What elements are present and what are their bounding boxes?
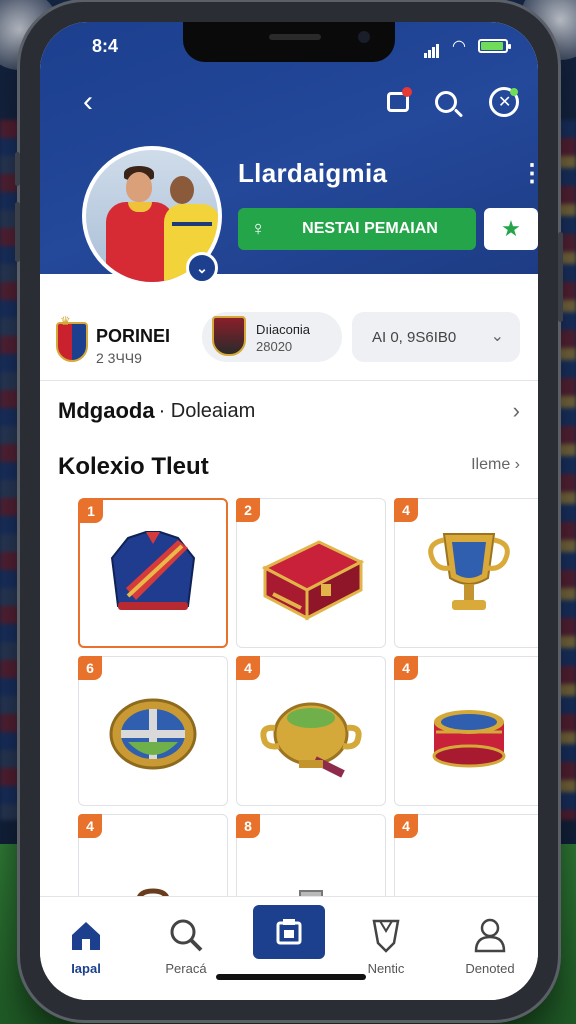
club-row: ♛ PORINEI 2 3ЧЧ9 Dıiаcoпia 28020 AI 0, 9… bbox=[40, 302, 538, 382]
crown-icon: ♛ bbox=[60, 314, 71, 328]
battery-icon bbox=[478, 39, 511, 53]
club-select[interactable]: AI 0, 9S6IB0 ⌄ bbox=[352, 312, 520, 362]
collection-item[interactable]: 2 bbox=[236, 498, 386, 648]
club-sub: 28020 bbox=[256, 339, 293, 354]
search-icon bbox=[170, 919, 203, 952]
avatar[interactable]: ⌄ bbox=[82, 146, 222, 286]
whistle-icon bbox=[489, 87, 519, 117]
divider bbox=[40, 380, 538, 381]
collection-item[interactable]: 4 bbox=[394, 498, 538, 648]
phone-side-button bbox=[15, 152, 20, 186]
wifi-icon: ◠ bbox=[452, 38, 466, 55]
chevron-left-icon: ‹ bbox=[83, 85, 93, 118]
nav-item-profile[interactable]: Denoted bbox=[450, 909, 530, 979]
chevron-right-icon: › bbox=[512, 398, 520, 423]
club-crest-icon bbox=[56, 322, 88, 362]
notifications-button[interactable] bbox=[380, 84, 416, 120]
medallion-icon bbox=[79, 657, 227, 805]
collection-header: Kolexio Tleut Ileme › bbox=[58, 452, 520, 482]
collection-item[interactable]: 4 bbox=[394, 656, 538, 806]
trophy-icon bbox=[395, 499, 538, 647]
player-icon: ♀ bbox=[250, 217, 266, 240]
nav-item-store[interactable] bbox=[249, 905, 329, 975]
speaker bbox=[269, 34, 321, 40]
section-subtitle: · Doleaiam bbox=[158, 399, 256, 422]
phone-frame: 8:4 ◠ ‹ ✕ ⌄ Llardaigmia ⋮ ♀ NESTAI PEMAI… bbox=[15, 2, 563, 1020]
nav-label: Denoted bbox=[465, 961, 515, 976]
shield-icon bbox=[372, 919, 400, 953]
bottom-nav: Iapal Peracá Nentic Denoted bbox=[40, 896, 538, 1000]
camera bbox=[358, 31, 370, 43]
collection-item[interactable]: 6 bbox=[78, 656, 228, 806]
nav-item-search[interactable]: Peracá bbox=[146, 909, 226, 979]
search-button[interactable] bbox=[428, 84, 464, 120]
profile-icon bbox=[474, 918, 506, 953]
drum-icon bbox=[395, 657, 538, 805]
profile-username: Llardaigmia bbox=[238, 158, 388, 188]
nav-item-news[interactable]: Nentic bbox=[346, 909, 426, 979]
club-chip[interactable]: Dıiаcoпia 28020 bbox=[202, 312, 342, 362]
notch bbox=[183, 22, 395, 62]
back-button[interactable]: ‹ bbox=[70, 84, 106, 120]
follow-button-label: NESTAI PEMAIAN bbox=[302, 220, 438, 237]
follow-button[interactable]: ♀ NESTAI PEMAIAN bbox=[238, 208, 476, 250]
club-crest-icon bbox=[212, 316, 246, 356]
signal-icon bbox=[424, 40, 440, 58]
nav-label: Peracá bbox=[165, 961, 207, 976]
notification-icon bbox=[387, 87, 412, 112]
chest-icon bbox=[237, 499, 385, 647]
jacket-icon bbox=[80, 500, 226, 646]
home-indicator[interactable] bbox=[216, 974, 366, 980]
more-options-icon[interactable]: ⋮ bbox=[520, 162, 538, 186]
search-icon bbox=[435, 91, 457, 113]
settings-button[interactable] bbox=[486, 84, 522, 120]
star-icon: ★ bbox=[501, 216, 521, 241]
club-select-value: AI 0, 9S6IB0 bbox=[372, 328, 457, 346]
nav-label: Iapal bbox=[71, 961, 101, 976]
section-title: Mdgaoda bbox=[58, 398, 155, 423]
nav-item-home[interactable]: Iapal bbox=[46, 909, 126, 979]
app-screen: 8:4 ◠ ‹ ✕ ⌄ Llardaigmia ⋮ ♀ NESTAI PEMAI… bbox=[40, 22, 538, 1000]
chevron-down-icon: ⌄ bbox=[490, 328, 504, 345]
phone-side-button bbox=[15, 202, 20, 262]
notification-dot bbox=[402, 87, 412, 97]
club-name: Dıiаcoпia bbox=[256, 322, 311, 337]
chevron-down-icon[interactable]: ⌄ bbox=[186, 252, 218, 284]
club-sub: 2 3ЧЧ9 bbox=[96, 350, 142, 366]
phone-side-button bbox=[558, 232, 563, 322]
favorite-button[interactable]: ★ bbox=[484, 208, 538, 250]
urn-icon bbox=[237, 657, 385, 805]
club-card[interactable]: ♛ PORINEI 2 3ЧЧ9 bbox=[56, 312, 206, 372]
collection-title: Kolexio Tleut bbox=[58, 453, 209, 480]
collection-item[interactable]: 1 bbox=[78, 498, 228, 648]
club-name: PORINEI bbox=[96, 326, 171, 346]
collection-item[interactable]: 4 bbox=[236, 656, 386, 806]
see-all-link[interactable]: Ileme › bbox=[471, 456, 520, 474]
home-icon bbox=[72, 922, 100, 950]
status-time: 8:4 bbox=[92, 36, 119, 56]
section-row[interactable]: Mdgaoda · Doleaiam › bbox=[58, 396, 520, 426]
store-icon bbox=[253, 905, 325, 959]
